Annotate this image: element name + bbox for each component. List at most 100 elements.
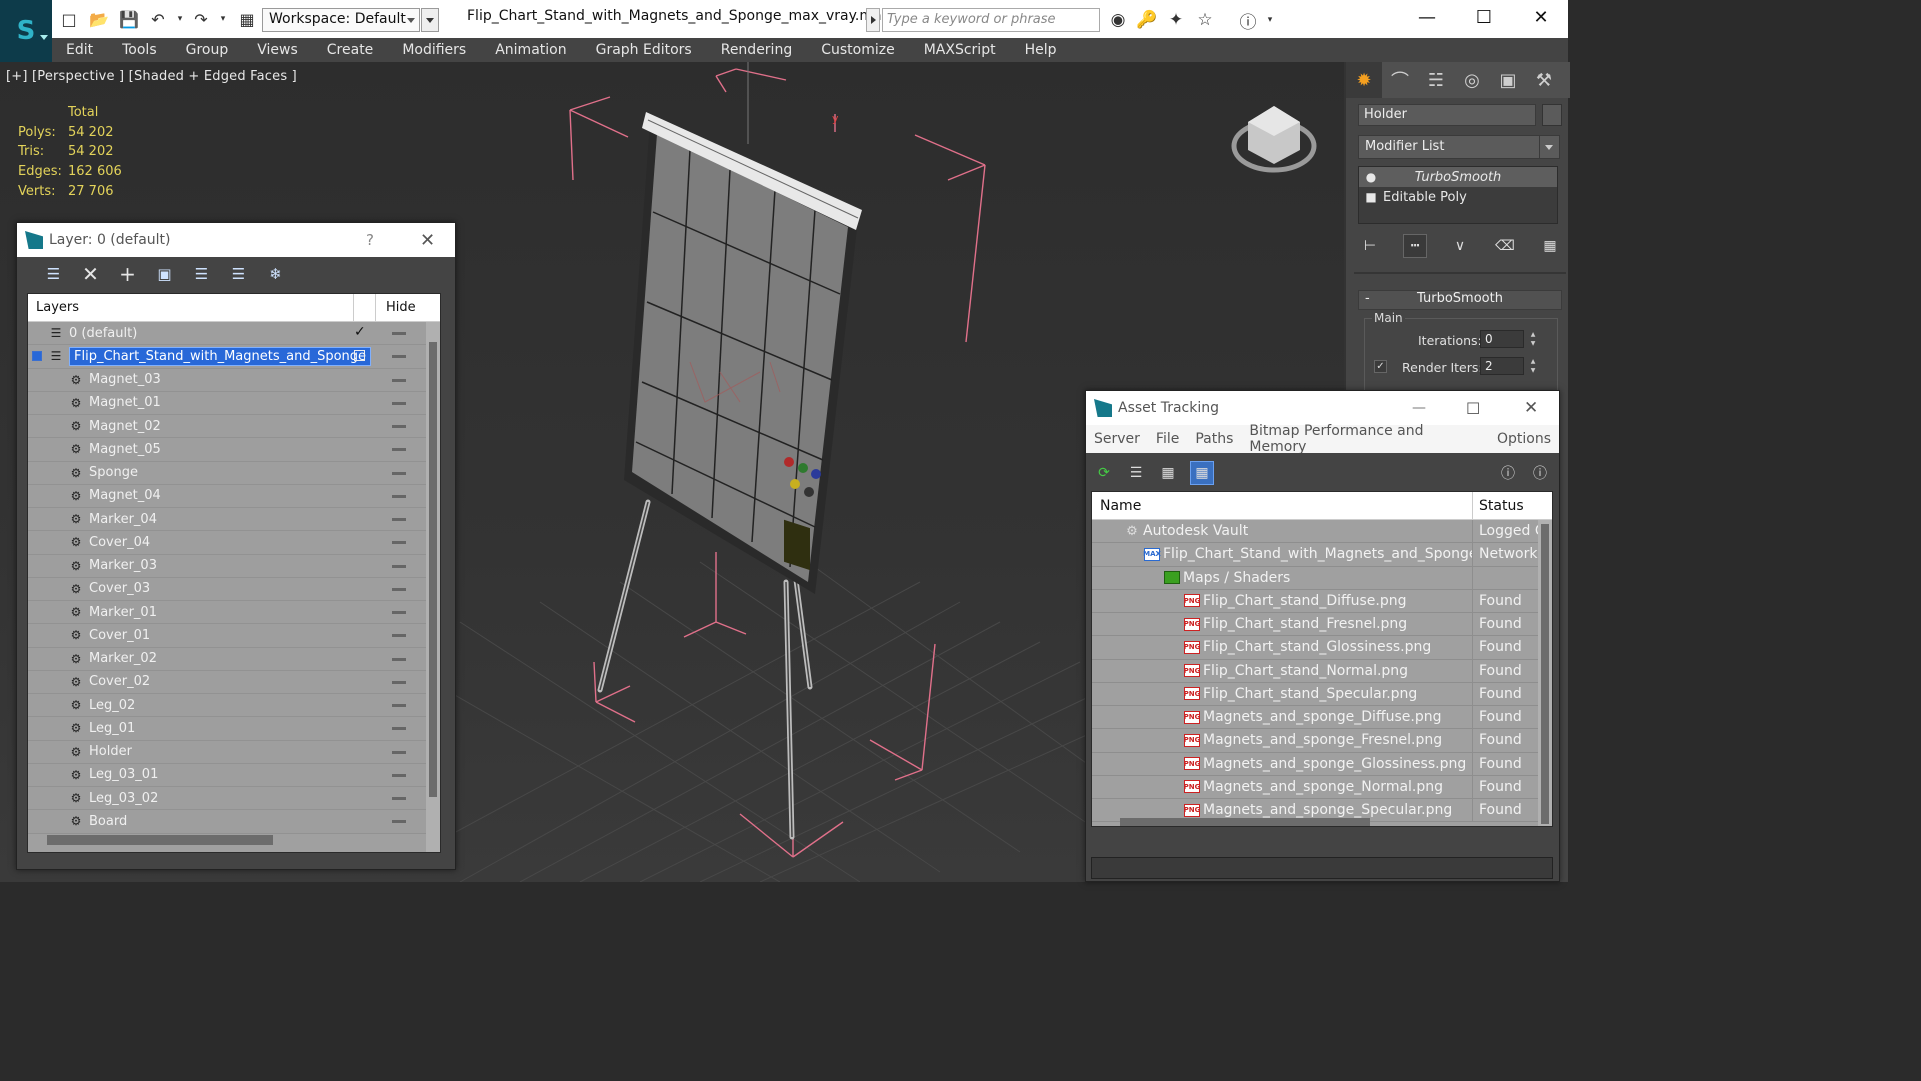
menu-graph-editors[interactable]: Graph Editors (596, 42, 692, 58)
maximize-button[interactable]: ☐ (1466, 399, 1480, 418)
redo-icon[interactable]: ↷ (190, 8, 212, 30)
object-name-field[interactable]: Holder (1358, 104, 1536, 126)
hide-toggle[interactable] (392, 680, 406, 684)
column-hide[interactable]: Hide (376, 300, 416, 315)
layer-object-row[interactable]: ⚙ Marker_04 (28, 508, 440, 532)
close-icon[interactable]: ✕ (420, 230, 435, 251)
key-icon[interactable]: 🔑 (1135, 8, 1159, 32)
layer-object-row[interactable]: ⚙ Leg_01 (28, 717, 440, 741)
new-layer-icon[interactable]: ☰ (35, 262, 72, 286)
make-unique-icon[interactable]: ∨ (1448, 234, 1472, 258)
layer-object-row[interactable]: ⚙ Cover_04 (28, 531, 440, 555)
freeze-all-icon[interactable]: ❄ (257, 262, 294, 286)
column-layers[interactable]: Layers (28, 294, 354, 321)
create-tab-icon[interactable]: ✹ (1346, 62, 1382, 98)
spinner-arrows-icon[interactable]: ▲ ▼ (1528, 357, 1538, 375)
column-status[interactable]: Status (1473, 498, 1524, 514)
menu-server[interactable]: Server (1094, 431, 1140, 447)
stack-item-editable-poly[interactable]: ■ Editable Poly (1359, 187, 1557, 207)
vertical-scrollbar[interactable] (426, 322, 440, 852)
search-input[interactable]: Type a keyword or phrase (882, 8, 1100, 32)
favorites-star-icon[interactable]: ☆ (1193, 8, 1217, 32)
asset-row[interactable]: PNG Flip_Chart_stand_Normal.png Found (1092, 659, 1552, 683)
layer-object-row[interactable]: ⚙ Leg_03_01 (28, 763, 440, 787)
minimize-button[interactable]: — (1398, 0, 1456, 34)
hide-toggle[interactable] (392, 564, 406, 568)
modifier-list-dropdown[interactable]: Modifier List (1358, 135, 1560, 159)
hide-toggle[interactable] (392, 518, 406, 521)
menu-views[interactable]: Views (257, 42, 298, 58)
minimize-button[interactable]: — (1412, 400, 1426, 416)
delete-layer-icon[interactable]: ✕ (72, 262, 109, 286)
object-color-swatch[interactable] (1542, 104, 1562, 126)
hide-toggle[interactable] (392, 587, 406, 591)
layer-object-row[interactable]: ⚙ Magnet_05 (28, 438, 440, 462)
layer-window-titlebar[interactable]: Layer: 0 (default) ? ✕ (17, 223, 455, 257)
hide-toggle[interactable] (392, 727, 406, 731)
table-view-icon[interactable]: ▦ (1190, 461, 1214, 485)
layer-object-row[interactable]: ⚙ Leg_02 (28, 694, 440, 718)
layer-object-row[interactable]: ⚙ Magnet_01 (28, 391, 440, 415)
menu-create[interactable]: Create (327, 42, 374, 58)
tree-view-icon[interactable]: ▦ (1156, 461, 1180, 485)
hide-toggle[interactable] (392, 471, 406, 475)
asset-row[interactable]: PNG Magnets_and_sponge_Diffuse.png Found (1092, 706, 1552, 730)
viewport-label[interactable]: [+] [Perspective ] [Shaded + Edged Faces… (6, 69, 297, 84)
hide-toggle[interactable] (392, 820, 406, 824)
hide-all-icon[interactable]: ☰ (220, 262, 257, 286)
close-button[interactable]: ✕ (1512, 0, 1570, 34)
help-dropdown-icon[interactable]: ▾ (1258, 8, 1282, 32)
layer-object-row[interactable]: ⚙ Marker_03 (28, 554, 440, 578)
hide-toggle[interactable] (392, 611, 406, 614)
menu-options[interactable]: Options (1497, 431, 1551, 447)
hide-toggle[interactable] (392, 332, 406, 335)
asset-row[interactable]: PNG Magnets_and_sponge_Glossiness.png Foun… (1092, 752, 1552, 776)
hide-toggle[interactable] (392, 425, 406, 428)
asset-row[interactable]: PNG Magnets_and_sponge_Fresnel.png Found (1092, 729, 1552, 753)
render-iters-checkbox[interactable]: ✓ (1374, 360, 1387, 373)
hierarchy-tab-icon[interactable]: ☵ (1418, 62, 1454, 98)
pin-stack-icon[interactable]: ⊢ (1358, 234, 1382, 258)
asset-row[interactable]: Maps / Shaders (1092, 566, 1552, 590)
workspace-dropdown[interactable]: Workspace: Default (262, 8, 420, 32)
vertical-scrollbar[interactable] (1538, 520, 1552, 826)
layer-object-row[interactable]: ⚙ Magnet_03 (28, 368, 440, 392)
menu-bitmap-performance[interactable]: Bitmap Performance and Memory (1249, 423, 1481, 455)
select-layer-icon[interactable]: ☰ (183, 262, 220, 286)
hide-toggle[interactable] (392, 541, 406, 545)
subscription-icon[interactable]: ✦ (1164, 8, 1188, 32)
hide-toggle[interactable] (392, 448, 406, 452)
asset-row[interactable]: PNG Flip_Chart_stand_Specular.png Found (1092, 682, 1552, 706)
undo-icon[interactable]: ↶ (147, 8, 169, 30)
stack-item-turbosmooth[interactable]: ● TurboSmooth (1359, 167, 1557, 187)
app-menu-button[interactable]: S (0, 0, 52, 62)
modify-tab-icon[interactable]: ⌒ (1382, 62, 1418, 98)
layer-object-row[interactable]: ⚙ Marker_01 (28, 601, 440, 625)
add-to-layer-icon[interactable]: + (109, 262, 146, 286)
menu-animation[interactable]: Animation (495, 42, 566, 58)
workspace-menu-button[interactable] (421, 8, 439, 32)
layer-object-row[interactable]: ⚙ Marker_02 (28, 647, 440, 671)
menu-tools[interactable]: Tools (122, 42, 157, 58)
layer-object-row[interactable]: ⚙ Sponge (28, 461, 440, 485)
utilities-tab-icon[interactable]: ⚒ (1526, 62, 1562, 98)
expand-plus-icon[interactable]: ■ (1359, 190, 1383, 204)
select-objects-icon[interactable]: ▣ (146, 262, 183, 286)
asset-row[interactable]: PNG Flip_Chart_stand_Glossiness.png Found (1092, 636, 1552, 660)
hide-toggle[interactable] (392, 657, 406, 661)
asset-row[interactable]: ⚙ Autodesk Vault Logged O (1092, 520, 1552, 544)
menu-group[interactable]: Group (186, 42, 229, 58)
search-expand-button[interactable] (866, 8, 880, 32)
iterations-spinner[interactable]: 0 (1480, 330, 1524, 348)
help-icon[interactable]: ⓘ (1236, 8, 1260, 33)
horizontal-scrollbar-thumb[interactable] (47, 835, 273, 845)
hide-toggle[interactable] (392, 773, 406, 777)
lightbulb-icon[interactable]: ● (1359, 170, 1383, 184)
help-icon[interactable]: ⓘ (1496, 461, 1520, 485)
spinner-arrows-icon[interactable]: ▲ ▼ (1528, 330, 1538, 348)
asset-row[interactable]: PNG Flip_Chart_stand_Diffuse.png Found (1092, 589, 1552, 613)
asset-row[interactable]: MAX Flip_Chart_Stand_with_Magnets_and_Spo… (1092, 543, 1552, 567)
save-icon[interactable]: 💾 (118, 8, 140, 30)
refresh-icon[interactable]: ⟳ (1092, 461, 1116, 485)
help-button[interactable]: ? (366, 231, 374, 249)
